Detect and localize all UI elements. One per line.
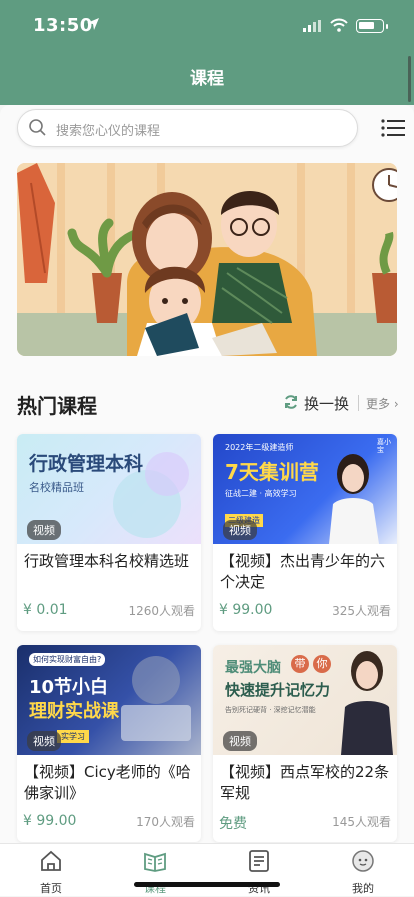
video-tag: 视频 (27, 731, 61, 751)
thumb-headline: 7天集训营 (225, 460, 319, 484)
tab-label: 首页 (40, 882, 62, 895)
main-content: 搜索您心仪的课程 热门课程 换一换 更多 › 行政管理本科 名校精品班 视频 行… (0, 105, 414, 843)
banner-carousel[interactable] (17, 163, 397, 356)
thumb-headline-2: 快速提升记忆力 (225, 681, 331, 699)
thumb-headline: 最强大脑 (225, 660, 281, 676)
news-icon (249, 850, 269, 872)
instructor-photo (341, 651, 393, 755)
profile-icon (352, 850, 374, 872)
status-time: 13:50 (33, 15, 93, 36)
search-input[interactable]: 搜索您心仪的课程 (17, 109, 358, 147)
thumb-top-text: 2022年二级建造师 (225, 443, 294, 452)
book-icon (144, 852, 166, 872)
course-price: 免费 (219, 816, 247, 832)
course-card[interactable]: 最强大脑 带 你 快速提升记忆力 告别死记硬背 · 深挖记忆潜能 视频 【视频】… (213, 645, 397, 842)
thumb-mark: 你 (313, 655, 331, 673)
thumb-subtitle: 名校精品班 (29, 481, 84, 494)
bottom-tab-bar: 首页 课程 资讯 我的 (0, 843, 414, 896)
location-arrow-icon (87, 18, 99, 30)
search-icon (29, 119, 46, 136)
course-title: 【视频】Cicy老师的《哈佛家训》 (24, 763, 191, 802)
battery-icon (356, 19, 384, 33)
thumb-subtitle: 征战二建 · 高效学习 (225, 489, 297, 498)
instructor-photo (329, 454, 379, 544)
wifi-icon (330, 18, 348, 32)
course-thumbnail: 如何实现财富自由? 10节小白 理财实战课 实学习 视频 (17, 645, 201, 755)
tab-label: 我的 (352, 882, 374, 895)
more-label: 更多 (366, 397, 391, 411)
course-price: ¥ 0.01 (23, 602, 68, 618)
signal-icon (303, 20, 321, 32)
scrollbar[interactable] (408, 56, 411, 102)
search-placeholder: 搜索您心仪的课程 (56, 124, 161, 139)
divider (358, 395, 359, 411)
refresh-button[interactable]: 换一换 (304, 393, 349, 414)
thumb-badge: 实学习 (57, 730, 89, 743)
course-card[interactable]: 行政管理本科 名校精品班 视频 行政管理本科名校精选班 ¥ 0.01 1260人… (17, 434, 201, 631)
thumb-decoration (121, 656, 191, 741)
home-indicator[interactable] (134, 882, 280, 887)
course-views: 145人观看 (332, 815, 391, 829)
header-bar: 13:50 课程 (0, 0, 414, 105)
course-card[interactable]: 如何实现财富自由? 10节小白 理财实战课 实学习 视频 【视频】Cicy老师的… (17, 645, 201, 842)
course-thumbnail: 行政管理本科 名校精品班 视频 (17, 434, 201, 544)
course-thumbnail: 2022年二级建造师 7天集训营 征战二建 · 高效学习 二级建造 嘉小宝 视频 (213, 434, 397, 544)
course-price: ¥ 99.00 (219, 602, 273, 618)
course-title: 行政管理本科名校精选班 (24, 552, 190, 570)
section-title: 热门课程 (17, 394, 97, 418)
battery-tip (386, 24, 388, 29)
category-menu-icon[interactable] (381, 119, 405, 137)
thumb-headline: 行政管理本科 (29, 453, 144, 475)
tab-news[interactable]: 资讯 (219, 844, 299, 897)
thumb-mark: 带 (291, 655, 309, 673)
more-button[interactable]: 更多 › (366, 395, 399, 412)
course-title: 【视频】西点军校的22条军规 (220, 763, 390, 802)
status-bar: 13:50 (0, 0, 414, 52)
refresh-icon[interactable] (283, 394, 299, 410)
home-icon (41, 850, 61, 871)
thumb-top-text: 如何实现财富自由? (29, 653, 106, 666)
course-views: 170人观看 (136, 815, 195, 829)
chevron-right-icon: › (393, 397, 399, 411)
course-title: 【视频】杰出青少年的六个决定 (220, 552, 386, 591)
thumb-headline: 10节小白 (29, 677, 109, 698)
course-views: 325人观看 (332, 604, 391, 618)
instructor-name: 嘉小宝 (377, 438, 391, 454)
course-price: ¥ 99.00 (23, 813, 77, 829)
tab-home[interactable]: 首页 (11, 844, 91, 897)
course-thumbnail: 最强大脑 带 你 快速提升记忆力 告别死记硬背 · 深挖记忆潜能 视频 (213, 645, 397, 755)
course-card[interactable]: 2022年二级建造师 7天集训营 征战二建 · 高效学习 二级建造 嘉小宝 视频… (213, 434, 397, 631)
tab-courses[interactable]: 课程 (115, 844, 195, 897)
family-reading-illustration (17, 163, 397, 356)
video-tag: 视频 (27, 520, 61, 540)
thumb-headline-2: 理财实战课 (29, 701, 119, 722)
page-title: 课程 (190, 69, 224, 89)
course-views: 1260人观看 (128, 604, 195, 618)
tab-profile[interactable]: 我的 (323, 844, 403, 897)
video-tag: 视频 (223, 731, 257, 751)
video-tag: 视频 (223, 520, 257, 540)
thumb-subtitle: 告别死记硬背 · 深挖记忆潜能 (225, 706, 316, 714)
